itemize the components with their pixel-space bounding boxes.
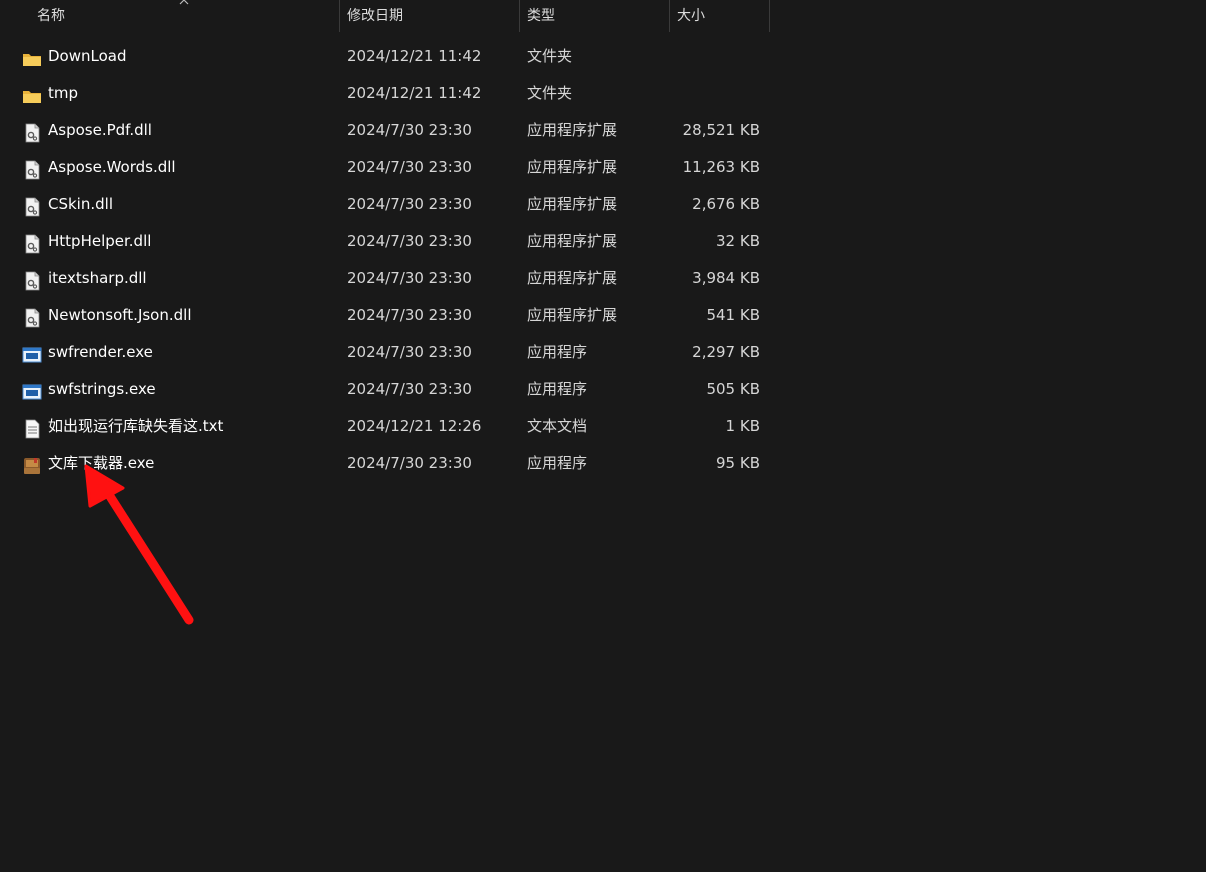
file-row[interactable]: 文库下载器.exe 2024/7/30 23:30 应用程序 95 KB	[0, 445, 780, 482]
file-size: 3,984 KB	[692, 269, 760, 287]
file-date: 2024/7/30 23:30	[347, 269, 472, 287]
file-name: CSkin.dll	[48, 195, 113, 213]
file-name: Aspose.Words.dll	[48, 158, 176, 176]
file-name: swfrender.exe	[48, 343, 153, 361]
file-name: 如出现运行库缺失看这.txt	[48, 417, 224, 435]
file-name: 文库下载器.exe	[48, 454, 155, 472]
file-date: 2024/7/30 23:30	[347, 121, 472, 139]
file-type: 应用程序扩展	[527, 121, 618, 139]
file-date: 2024/7/30 23:30	[347, 195, 472, 213]
file-row[interactable]: 如出现运行库缺失看这.txt 2024/12/21 12:26 文本文档 1 KB	[0, 408, 780, 445]
column-header-size[interactable]: 大小	[670, 0, 770, 32]
file-size: 2,297 KB	[692, 343, 760, 361]
column-header-name[interactable]: 名称	[30, 0, 340, 32]
file-type: 应用程序扩展	[527, 158, 618, 176]
file-size: 505 KB	[706, 380, 760, 398]
file-date: 2024/12/21 12:26	[347, 417, 482, 435]
file-date: 2024/7/30 23:30	[347, 232, 472, 250]
file-type: 应用程序扩展	[527, 269, 618, 287]
file-row[interactable]: DownLoad 2024/12/21 11:42 文件夹	[0, 38, 780, 75]
file-name: Newtonsoft.Json.dll	[48, 306, 192, 324]
file-row[interactable]: swfrender.exe 2024/7/30 23:30 应用程序 2,297 KB	[0, 334, 780, 371]
app-book-icon	[22, 453, 42, 474]
file-row[interactable]: itextsharp.dll 2024/7/30 23:30 应用程序扩展 3,984…	[0, 260, 780, 297]
folder-icon	[22, 46, 42, 66]
file-row[interactable]: tmp 2024/12/21 11:42 文件夹	[0, 75, 780, 112]
file-type: 应用程序	[527, 380, 588, 398]
file-date: 2024/12/21 11:42	[347, 84, 482, 102]
file-size: 11,263 KB	[682, 158, 760, 176]
file-date: 2024/7/30 23:30	[347, 454, 472, 472]
file-name: Aspose.Pdf.dll	[48, 121, 152, 139]
dll-icon	[22, 157, 42, 180]
file-size: 32 KB	[716, 232, 760, 250]
dll-icon	[22, 120, 42, 143]
file-type: 应用程序扩展	[527, 232, 618, 250]
file-size: 28,521 KB	[682, 121, 760, 139]
file-name: swfstrings.exe	[48, 380, 156, 398]
file-size: 2,676 KB	[692, 195, 760, 213]
file-size: 541 KB	[706, 306, 760, 324]
file-type: 文件夹	[527, 84, 573, 102]
file-name: DownLoad	[48, 47, 127, 65]
file-name: tmp	[48, 84, 79, 102]
column-header-type[interactable]: 类型	[520, 0, 670, 32]
file-type: 文本文档	[527, 417, 588, 435]
column-header-bar: 名称 修改日期 类型 大小	[0, 0, 770, 32]
file-type: 文件夹	[527, 47, 573, 65]
file-name: itextsharp.dll	[48, 269, 147, 287]
exe-icon	[22, 342, 42, 363]
dll-icon	[22, 231, 42, 254]
file-type: 应用程序	[527, 343, 588, 361]
txt-icon	[22, 416, 42, 439]
file-size: 95 KB	[716, 454, 760, 472]
file-row[interactable]: HttpHelper.dll 2024/7/30 23:30 应用程序扩展 32 KB	[0, 223, 780, 260]
file-date: 2024/7/30 23:30	[347, 158, 472, 176]
file-type: 应用程序扩展	[527, 306, 618, 324]
file-row[interactable]: Aspose.Words.dll 2024/7/30 23:30 应用程序扩展 11,…	[0, 149, 780, 186]
exe-icon	[22, 379, 42, 400]
column-header-date[interactable]: 修改日期	[340, 0, 520, 32]
file-row[interactable]: Newtonsoft.Json.dll 2024/7/30 23:30 应用程序扩展…	[0, 297, 780, 334]
file-explorer: 名称 修改日期 类型 大小 DownLoad 2024/12/21 11:42 文件…	[0, 0, 1206, 872]
file-date: 2024/7/30 23:30	[347, 380, 472, 398]
file-row[interactable]: Aspose.Pdf.dll 2024/7/30 23:30 应用程序扩展 28,52…	[0, 112, 780, 149]
file-row[interactable]: CSkin.dll 2024/7/30 23:30 应用程序扩展 2,676 KB	[0, 186, 780, 223]
dll-icon	[22, 305, 42, 328]
file-size: 1 KB	[725, 417, 760, 435]
dll-icon	[22, 268, 42, 291]
file-date: 2024/7/30 23:30	[347, 343, 472, 361]
file-type: 应用程序	[527, 454, 588, 472]
file-date: 2024/12/21 11:42	[347, 47, 482, 65]
file-type: 应用程序扩展	[527, 195, 618, 213]
file-name: HttpHelper.dll	[48, 232, 152, 250]
file-row[interactable]: swfstrings.exe 2024/7/30 23:30 应用程序 505 KB	[0, 371, 780, 408]
dll-icon	[22, 194, 42, 217]
file-date: 2024/7/30 23:30	[347, 306, 472, 324]
folder-icon	[22, 83, 42, 103]
